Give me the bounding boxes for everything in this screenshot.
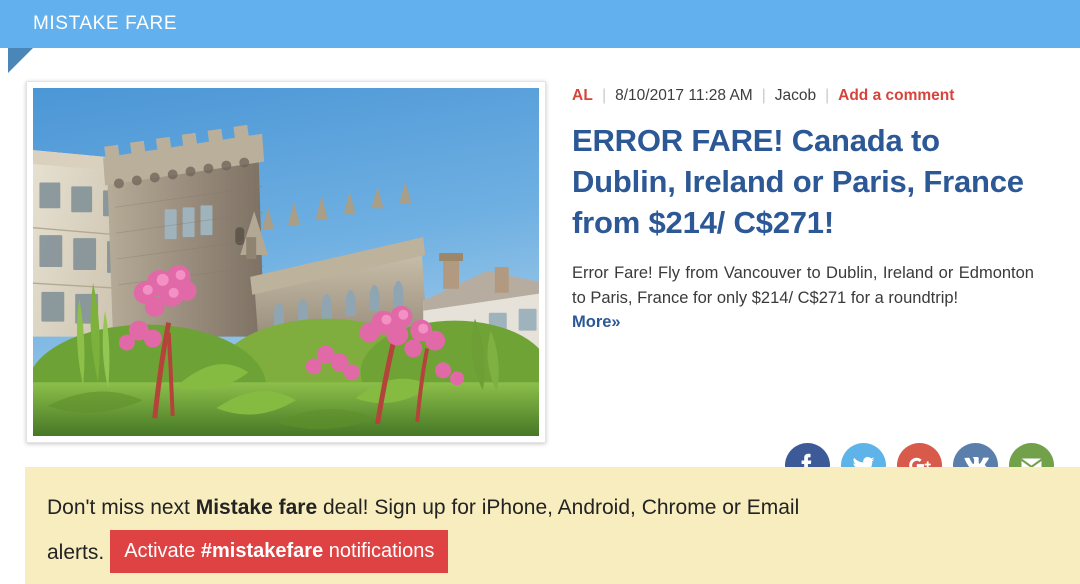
article-text-column: AL | 8/10/2017 11:28 AM | Jacob | Add a …: [572, 86, 1034, 332]
cta-hashtag: #mistakefare: [200, 539, 324, 562]
signup-line1-pre: Don't miss next: [47, 496, 196, 519]
meta-separator-1: |: [602, 87, 607, 104]
cta-pre: Activate: [124, 539, 201, 562]
cta-post: notifications: [323, 539, 435, 562]
article-headline[interactable]: ERROR FARE! Canada to Dublin, Ireland or…: [572, 120, 1034, 243]
more-link[interactable]: More»: [572, 313, 621, 332]
meta-separator-3: |: [825, 87, 830, 104]
article-photo-frame[interactable]: [26, 81, 546, 443]
dublin-castle-photo-illustration: [33, 88, 539, 436]
signup-alert-bar: Don't miss next Mistake fare deal! Sign …: [25, 467, 1080, 584]
meta-tag[interactable]: AL: [572, 87, 593, 105]
meta-separator-2: |: [761, 87, 766, 104]
more-link-label: More: [572, 313, 612, 331]
article-meta: AL | 8/10/2017 11:28 AM | Jacob | Add a …: [572, 86, 1034, 106]
more-chevron-icon: »: [611, 313, 621, 331]
meta-author[interactable]: Jacob: [775, 87, 816, 105]
article-photo[interactable]: [33, 88, 539, 436]
add-comment-link[interactable]: Add a comment: [838, 87, 954, 105]
activate-notifications-button[interactable]: Activate #mistakefare notifications: [110, 529, 449, 573]
mistake-fare-ribbon: MISTAKE FARE: [0, 0, 1080, 48]
ribbon-label: MISTAKE FARE: [33, 13, 178, 34]
signup-line1-bold: Mistake fare: [195, 496, 318, 519]
signup-line1-post: deal! Sign up for iPhone, Android, Chrom…: [317, 496, 800, 519]
article-excerpt: Error Fare! Fly from Vancouver to Dublin…: [572, 264, 1034, 307]
signup-line2: alerts.: [47, 541, 105, 564]
meta-date: 8/10/2017 11:28 AM: [615, 87, 753, 104]
signup-message: Don't miss next Mistake fare deal! Sign …: [47, 485, 1080, 575]
article-content: AL | 8/10/2017 11:28 AM | Jacob | Add a …: [0, 48, 1080, 488]
